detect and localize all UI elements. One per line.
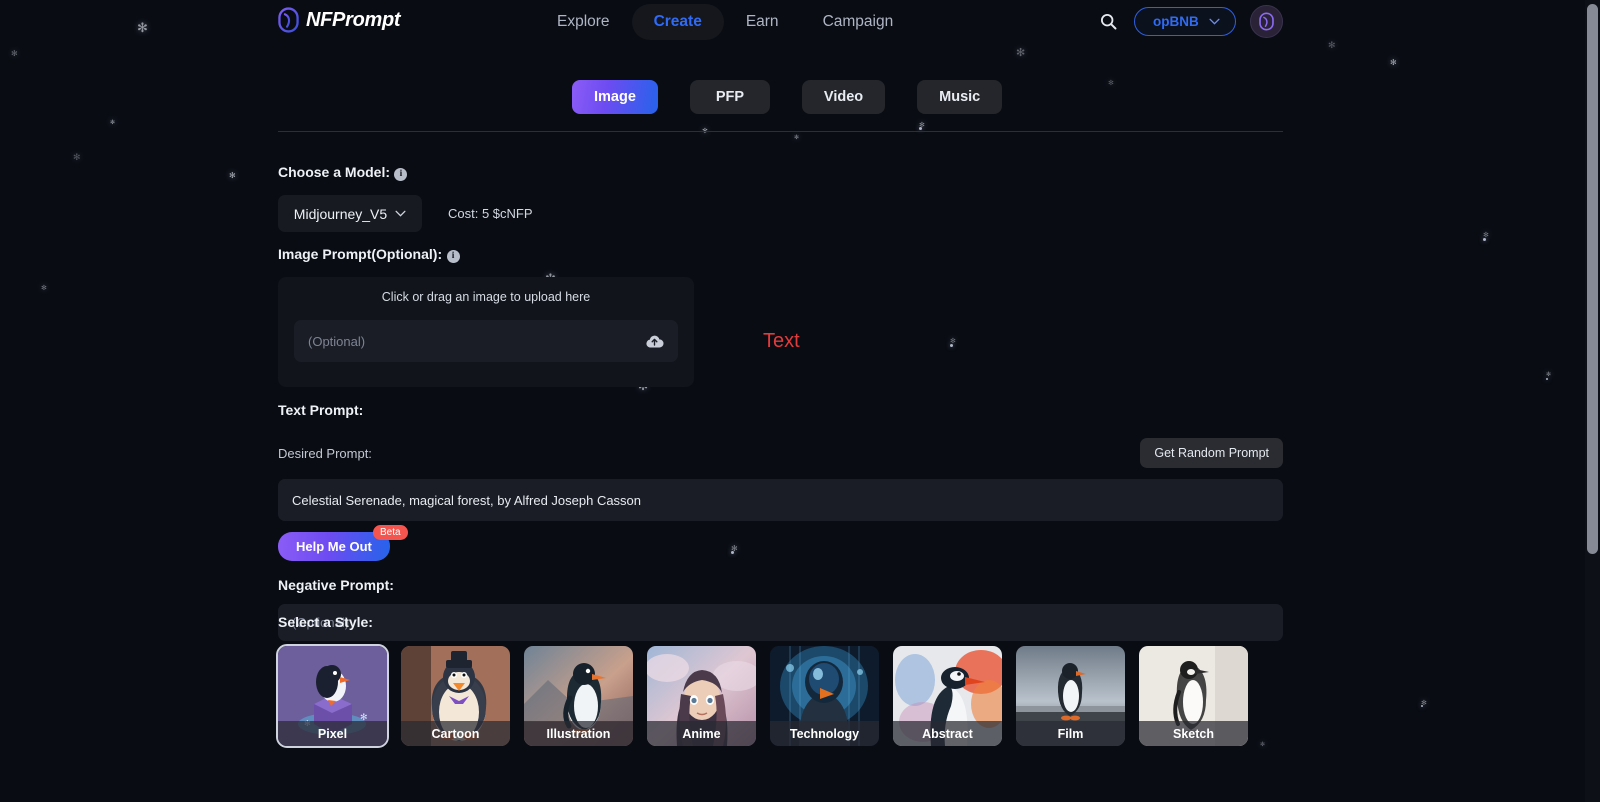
get-random-prompt-button[interactable]: Get Random Prompt (1140, 438, 1283, 468)
image-prompt-label-row: Image Prompt(Optional): i (278, 246, 694, 264)
section-divider (278, 131, 1283, 132)
prompt-input[interactable]: Celestial Serenade, magical forest, by A… (278, 479, 1283, 521)
chain-selector[interactable]: opBNB (1134, 7, 1236, 36)
text-prompt-section: Text Prompt: Desired Prompt: Get Random … (278, 402, 1283, 641)
tab-video[interactable]: Video (802, 80, 885, 114)
style-card-cartoon[interactable]: Cartoon (401, 646, 510, 746)
model-controls: Midjourney_V5 Cost: 5 $cNFP (278, 195, 533, 232)
site-header: NFPrompt Explore Create Earn Campaign op… (0, 0, 1560, 43)
style-card-pixel[interactable]: ✻ ✻ Pixel (278, 646, 387, 746)
image-prompt-label: Image Prompt(Optional): (278, 246, 442, 262)
search-button[interactable] (1096, 9, 1120, 35)
image-prompt-section: Image Prompt(Optional): i Click or drag … (278, 246, 694, 387)
style-section: Select a Style: (278, 614, 1248, 746)
image-upload-input[interactable]: (Optional) (294, 320, 678, 362)
model-select[interactable]: Midjourney_V5 (278, 195, 422, 232)
page-container: NFPrompt Explore Create Earn Campaign op… (0, 0, 1560, 790)
tab-pfp[interactable]: PFP (690, 80, 770, 114)
image-upload-placeholder: (Optional) (308, 334, 645, 349)
style-card-illustration[interactable]: Illustration (524, 646, 633, 746)
style-name-film: Film (1016, 721, 1125, 746)
help-me-out-wrap: Help Me Out Beta (278, 532, 412, 561)
style-card-film[interactable]: Film (1016, 646, 1125, 746)
select-style-label: Select a Style: (278, 614, 1248, 630)
chevron-down-icon (1209, 18, 1220, 25)
image-upload-dropzone[interactable]: Click or drag an image to upload here (O… (278, 277, 694, 387)
nav-item-explore[interactable]: Explore (535, 4, 632, 40)
style-name-cartoon: Cartoon (401, 721, 510, 746)
upload-hint-text: Click or drag an image to upload here (294, 290, 678, 304)
style-card-technology[interactable]: Technology (770, 646, 879, 746)
user-avatar-icon (1259, 12, 1274, 31)
tab-music[interactable]: Music (917, 80, 1002, 114)
chevron-down-icon (395, 210, 406, 217)
info-icon[interactable]: i (447, 250, 460, 263)
beta-badge: Beta (373, 525, 408, 540)
choose-model-label: Choose a Model: (278, 164, 390, 180)
scrollbar-thumb[interactable] (1587, 4, 1598, 554)
main-navigation: Explore Create Earn Campaign (535, 4, 915, 40)
negative-prompt-label: Negative Prompt: (278, 577, 1283, 593)
style-name-pixel: Pixel (278, 721, 387, 746)
header-actions: opBNB (1096, 5, 1283, 38)
style-name-abstract: Abstract (893, 721, 1002, 746)
nav-item-campaign[interactable]: Campaign (801, 4, 916, 40)
style-card-anime[interactable]: Anime (647, 646, 756, 746)
brand-name: NFPrompt (306, 9, 400, 32)
brand-logo[interactable]: NFPrompt (278, 7, 400, 33)
style-name-anime: Anime (647, 721, 756, 746)
model-cost: Cost: 5 $cNFP (448, 206, 533, 221)
text-annotation-label: Text (763, 330, 800, 353)
style-name-technology: Technology (770, 721, 879, 746)
nav-item-create[interactable]: Create (632, 4, 724, 40)
avatar[interactable] (1250, 5, 1283, 38)
nav-item-earn[interactable]: Earn (724, 4, 801, 40)
style-card-sketch[interactable]: Sketch (1139, 646, 1248, 746)
desired-prompt-label: Desired Prompt: (278, 446, 372, 461)
model-section: Choose a Model: i Midjourney_V5 Cost: 5 … (278, 164, 533, 232)
app-root: ✻✻✻✻✻✻✻✻✻✻✻✻✻✻✻✻✻✻✻✻✻✻✻✻✻ NFPrompt Explo… (0, 0, 1600, 802)
search-icon (1100, 13, 1117, 30)
desired-prompt-row: Desired Prompt: Get Random Prompt (278, 438, 1283, 468)
model-select-value: Midjourney_V5 (294, 206, 387, 222)
style-name-illustration: Illustration (524, 721, 633, 746)
tab-image[interactable]: Image (572, 80, 658, 114)
style-card-abstract[interactable]: Abstract (893, 646, 1002, 746)
model-label-row: Choose a Model: i (278, 164, 533, 182)
cloud-upload-icon[interactable] (645, 334, 664, 349)
style-name-sketch: Sketch (1139, 721, 1248, 746)
info-icon[interactable]: i (394, 168, 407, 181)
chain-label: opBNB (1153, 14, 1199, 29)
prompt-input-value: Celestial Serenade, magical forest, by A… (292, 493, 641, 508)
text-prompt-label: Text Prompt: (278, 402, 1283, 418)
nfprompt-logo-icon (278, 7, 299, 33)
style-list: ✻ ✻ Pixel (278, 646, 1248, 746)
content-type-tabs: Image PFP Video Music (572, 80, 1002, 114)
